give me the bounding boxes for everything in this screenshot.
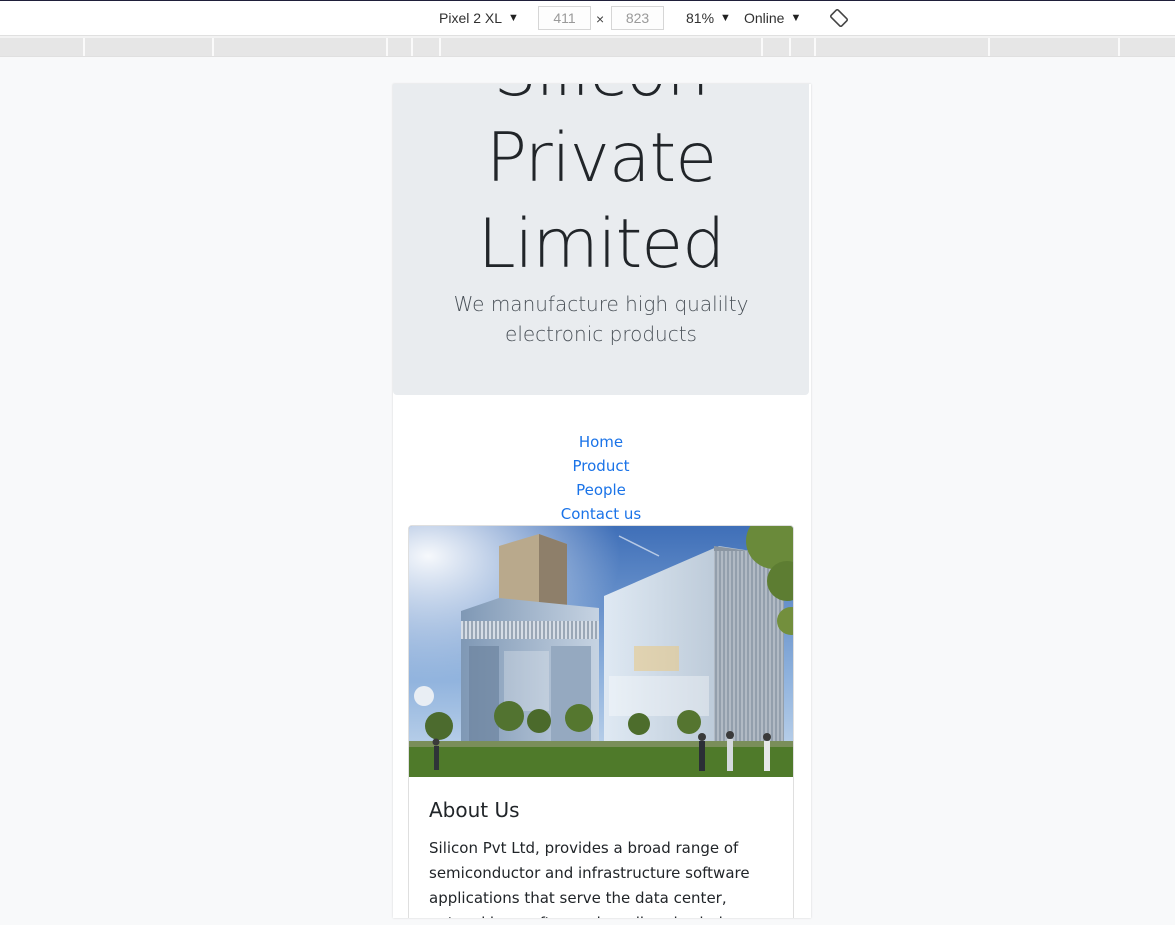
ruler-segment[interactable] (763, 38, 791, 56)
mobile-viewport: Silicon Private Limited We manufacture h… (393, 84, 811, 918)
nav-link-people[interactable]: People (576, 478, 626, 502)
ruler-segment[interactable] (816, 38, 990, 56)
page-title: Silicon Private Limited (477, 84, 726, 284)
ruler-segment[interactable] (388, 38, 413, 56)
ruler-segment[interactable] (85, 38, 214, 56)
ruler-segment[interactable] (0, 38, 85, 56)
throttle-value: Online (744, 10, 785, 26)
height-input[interactable]: 823 (611, 6, 664, 30)
lead-text: We manufacture high qualilty electronic … (453, 292, 749, 346)
nav-link-product[interactable]: Product (573, 454, 630, 478)
zoom-select[interactable]: 81% ▼ (686, 10, 731, 26)
media-query-ruler (0, 35, 1175, 57)
chevron-down-icon: ▼ (790, 12, 802, 24)
device-select[interactable]: Pixel 2 XL ▼ (439, 10, 519, 26)
about-card: About Us Silicon Pvt Ltd, provides a bro… (408, 525, 794, 918)
device-name: Pixel 2 XL (439, 10, 503, 26)
chevron-down-icon: ▼ (720, 12, 731, 24)
nav-link-contact[interactable]: Contact us (561, 502, 641, 526)
throttle-select[interactable]: Online ▼ (744, 10, 801, 26)
ruler-segment[interactable] (441, 38, 763, 56)
ruler-segment[interactable] (214, 38, 388, 56)
office-building-image (409, 526, 793, 777)
device-toolbar: Pixel 2 XL ▼ 411 × 823 81% ▼ Online ▼ (0, 0, 1175, 35)
dimension-separator: × (596, 11, 605, 27)
card-body: About Us Silicon Pvt Ltd, provides a bro… (429, 796, 775, 918)
chevron-down-icon: ▼ (508, 12, 519, 24)
width-input[interactable]: 411 (538, 6, 591, 30)
nav-link-home[interactable]: Home (579, 430, 623, 454)
card-title: About Us (429, 798, 520, 822)
card-text: Silicon Pvt Ltd, provides a broad range … (429, 839, 752, 918)
main-nav: Home Product People Contact us (393, 430, 809, 526)
ruler-segment[interactable] (990, 38, 1120, 56)
jumbotron: Silicon Private Limited We manufacture h… (393, 84, 809, 395)
rotate-icon[interactable] (829, 9, 849, 27)
ruler-segment[interactable] (791, 38, 816, 56)
zoom-value: 81% (686, 10, 715, 26)
ruler-segment[interactable] (413, 38, 441, 56)
ruler-segment[interactable] (1120, 38, 1175, 56)
